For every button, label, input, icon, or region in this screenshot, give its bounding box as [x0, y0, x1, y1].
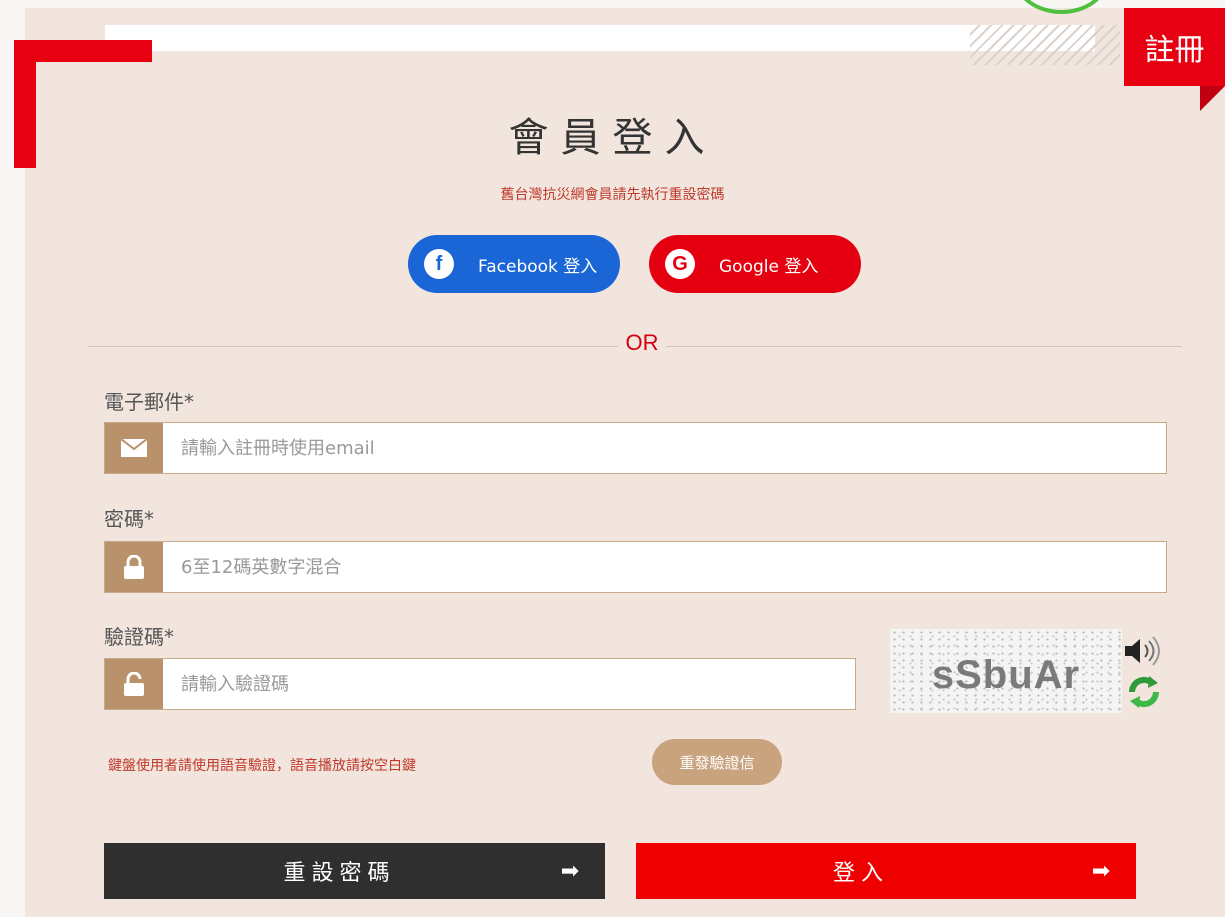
lock-icon — [105, 542, 163, 592]
mail-icon — [105, 423, 163, 473]
reset-password-button[interactable]: 重設密碼 ➡ — [104, 843, 605, 899]
arrow-right-icon: ➡ — [1091, 858, 1111, 884]
login-button[interactable]: 登入 ➡ — [636, 843, 1136, 899]
captcha-field-wrapper — [104, 658, 856, 710]
facebook-login-label: Facebook 登入 — [478, 256, 598, 277]
captcha-image: sSbuAr — [890, 629, 1122, 713]
captcha-image-text: sSbuAr — [931, 652, 1081, 697]
email-field-wrapper — [104, 422, 1167, 474]
divider-line-right — [666, 346, 1182, 347]
divider-line-left — [88, 346, 618, 347]
register-tab[interactable]: 註冊 — [1124, 8, 1225, 86]
reset-password-label: 重設密碼 — [283, 861, 396, 886]
google-login-label: Google 登入 — [719, 256, 819, 277]
speaker-icon[interactable] — [1122, 634, 1162, 668]
facebook-icon: f — [424, 249, 454, 279]
resend-label: 重發驗證信 — [679, 753, 755, 772]
password-field-wrapper — [104, 541, 1167, 593]
keyboard-hint: 鍵盤使用者請使用語音驗證，語音播放請按空白鍵 — [108, 758, 416, 774]
login-label: 登入 — [832, 861, 889, 886]
decorative-stripes — [970, 25, 1120, 65]
google-login-button[interactable]: G Google 登入 — [649, 235, 861, 293]
notice-text: 舊台灣抗災網會員請先執行重設密碼 — [500, 187, 725, 203]
password-label: 密碼* — [104, 507, 154, 531]
header-strip — [105, 25, 1095, 51]
captcha-input[interactable] — [163, 659, 855, 709]
email-label: 電子郵件* — [104, 390, 194, 414]
email-input[interactable] — [163, 423, 1166, 473]
arrow-right-icon: ➡ — [560, 858, 580, 884]
unlock-icon — [105, 659, 163, 709]
or-divider-label: OR — [625, 330, 659, 355]
password-input[interactable] — [163, 542, 1166, 592]
resend-verification-button[interactable]: 重發驗證信 — [652, 739, 782, 785]
captcha-label: 驗證碼* — [104, 625, 174, 649]
google-icon: G — [665, 249, 695, 279]
facebook-login-button[interactable]: f Facebook 登入 — [408, 235, 620, 293]
refresh-captcha-icon[interactable] — [1125, 673, 1163, 711]
page-title: 會員登入 — [508, 115, 717, 161]
register-label: 註冊 — [1144, 33, 1205, 68]
